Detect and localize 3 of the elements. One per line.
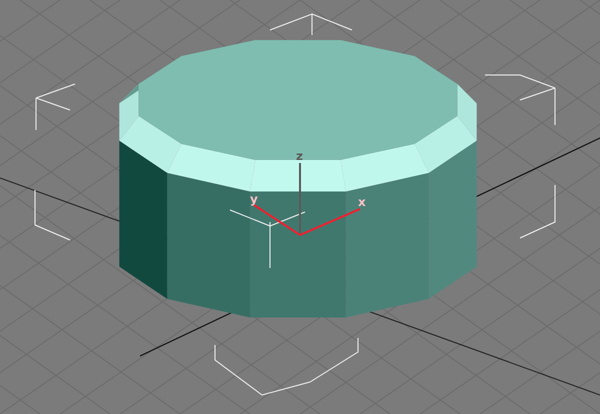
axis-label: y (250, 192, 258, 206)
axis-label: x (358, 195, 366, 209)
axis-label: z (296, 149, 303, 163)
